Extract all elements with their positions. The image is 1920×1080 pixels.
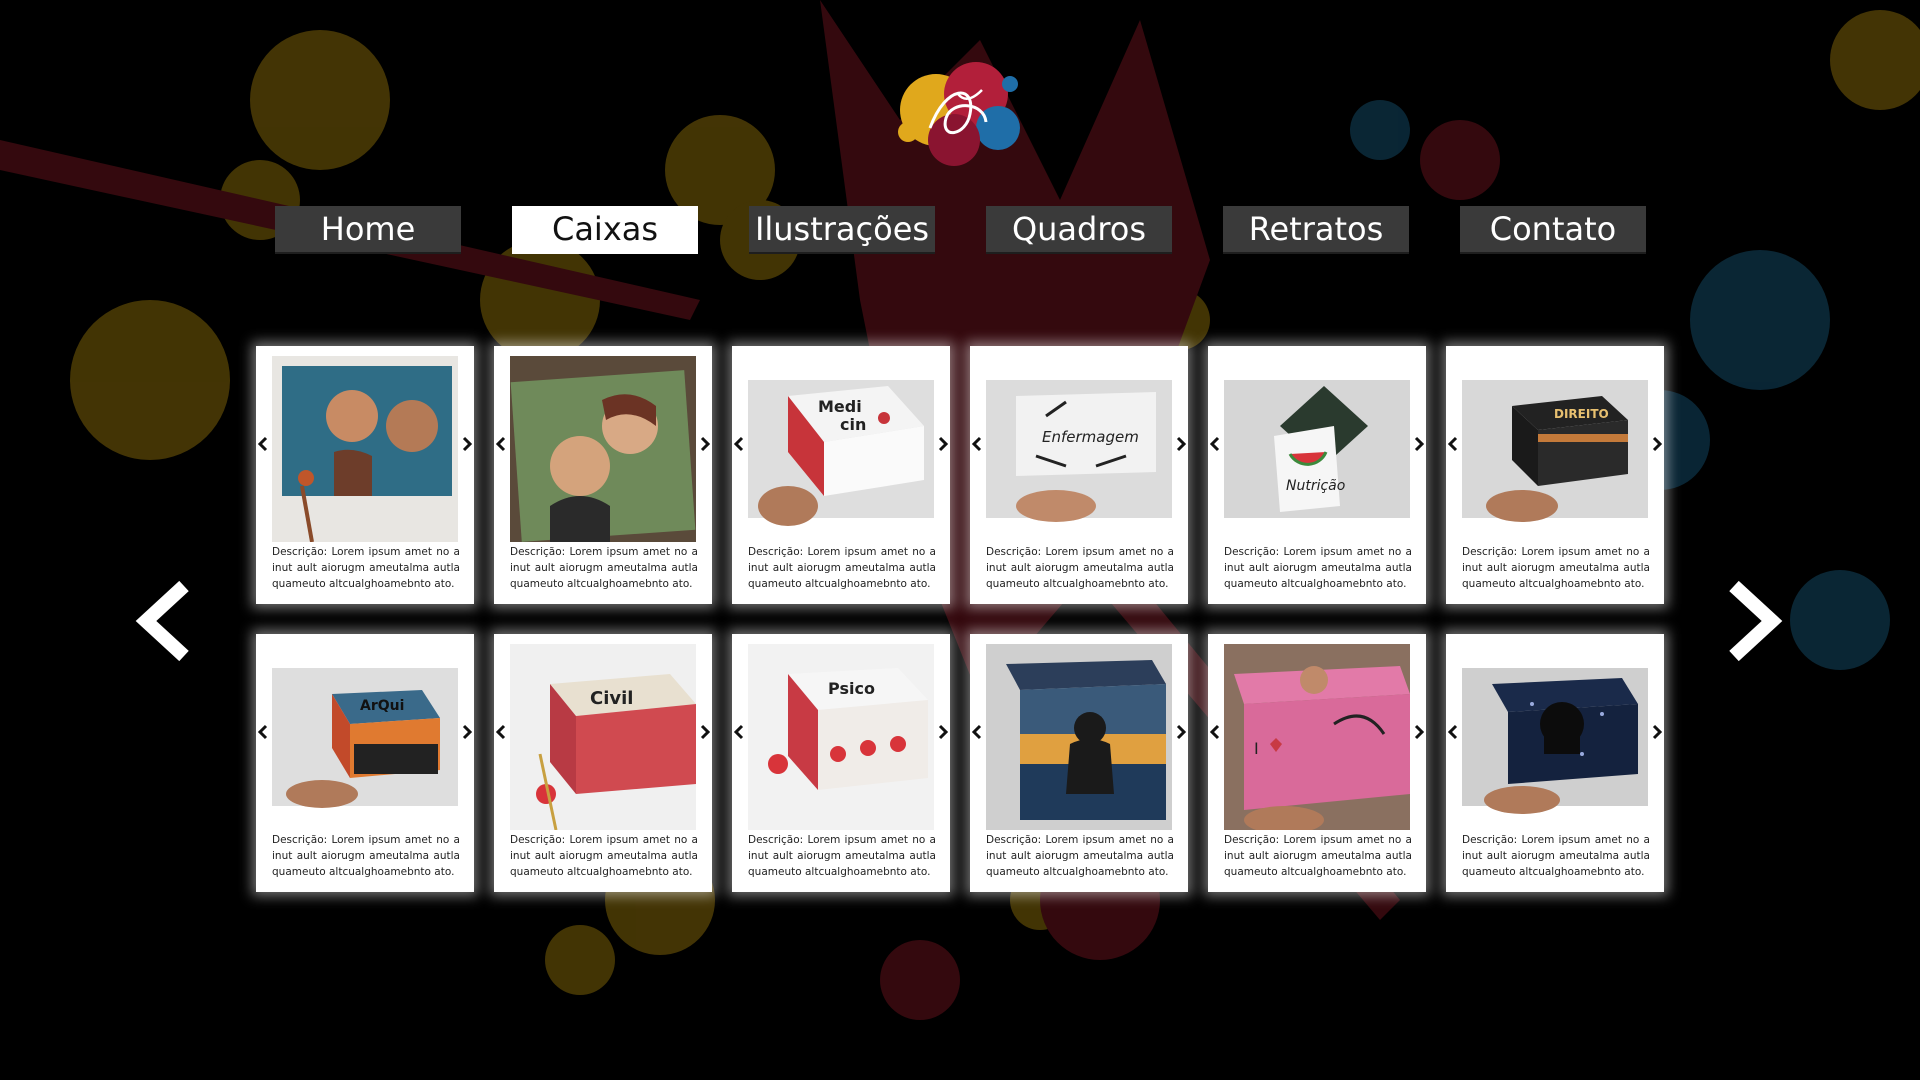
main-nav: Home Caixas Ilustrações Quadros Retratos…	[0, 206, 1920, 256]
sunset-couple-box-photo[interactable]	[986, 644, 1172, 830]
svg-text:Enfermagem: Enfermagem	[1042, 428, 1139, 446]
small-chevron-right-icon[interactable]	[1412, 434, 1426, 454]
gallery-card[interactable]: Descrição: Lorem ipsum amet no a inut au…	[494, 346, 712, 604]
direito-box-photo[interactable]: DIREITO	[1462, 356, 1648, 542]
small-chevron-left-icon[interactable]	[1446, 722, 1460, 742]
svg-text:DIREITO: DIREITO	[1554, 407, 1609, 421]
svg-text:ArQui: ArQui	[360, 698, 404, 714]
gallery-card[interactable]: Enfermagem Descrição: Lorem ipsum amet n…	[970, 346, 1188, 604]
svg-text:Psico: Psico	[828, 679, 875, 698]
small-chevron-left-icon[interactable]	[256, 722, 270, 742]
small-chevron-left-icon[interactable]	[494, 722, 508, 742]
card-description: Descrição: Lorem ipsum amet no a inut au…	[510, 546, 698, 590]
gallery-card[interactable]: DIREITO Descrição: Lorem ipsum amet no a…	[1446, 346, 1664, 604]
nav-retratos[interactable]: Retratos	[1223, 206, 1409, 254]
chevron-right-icon[interactable]	[1722, 578, 1786, 664]
nutricao-box-photo[interactable]: Nutrição	[1224, 356, 1410, 542]
gallery-card[interactable]: Psico Descrição: Lorem ipsum amet no a i…	[732, 634, 950, 892]
small-chevron-left-icon[interactable]	[970, 722, 984, 742]
small-chevron-left-icon[interactable]	[1208, 434, 1222, 454]
svg-text:Civil: Civil	[590, 688, 633, 709]
couple-portrait-box-photo[interactable]	[272, 356, 458, 542]
small-chevron-right-icon[interactable]	[460, 434, 474, 454]
small-chevron-right-icon[interactable]	[1174, 722, 1188, 742]
small-chevron-right-icon[interactable]	[698, 722, 712, 742]
civil-box-photo[interactable]: Civil	[510, 644, 696, 830]
elderly-couple-portrait-box-photo[interactable]	[510, 356, 696, 542]
svg-text:I: I	[1254, 739, 1259, 758]
nav-ilustracoes[interactable]: Ilustrações	[749, 206, 935, 254]
gallery-card[interactable]: ArQui Descrição: Lorem ipsum amet no a i…	[256, 634, 474, 892]
chevron-left-icon[interactable]	[132, 578, 196, 664]
small-chevron-left-icon[interactable]	[732, 722, 746, 742]
small-chevron-right-icon[interactable]	[936, 434, 950, 454]
card-description: Descrição: Lorem ipsum amet no a inut au…	[510, 834, 698, 878]
arquitetura-box-photo[interactable]: ArQui	[272, 644, 458, 830]
card-description: Descrição: Lorem ipsum amet no a inut au…	[272, 834, 460, 878]
gallery-card[interactable]: I Descrição: Lorem ipsum amet no a inut …	[1208, 634, 1426, 892]
small-chevron-left-icon[interactable]	[494, 434, 508, 454]
small-chevron-left-icon[interactable]	[1446, 434, 1460, 454]
small-chevron-left-icon[interactable]	[1208, 722, 1222, 742]
small-chevron-right-icon[interactable]	[460, 722, 474, 742]
paint-splash-signature-logo[interactable]	[886, 44, 1028, 182]
small-chevron-left-icon[interactable]	[732, 434, 746, 454]
card-description: Descrição: Lorem ipsum amet no a inut au…	[986, 834, 1174, 878]
card-description: Descrição: Lorem ipsum amet no a inut au…	[1462, 546, 1650, 590]
card-description: Descrição: Lorem ipsum amet no a inut au…	[748, 546, 936, 590]
nav-home[interactable]: Home	[275, 206, 461, 254]
gallery-card[interactable]: Descrição: Lorem ipsum amet no a inut au…	[1446, 634, 1664, 892]
svg-text:Nutrição: Nutrição	[1286, 478, 1345, 494]
medicina-box-photo[interactable]: Medi cin	[748, 356, 934, 542]
psicologia-box-photo[interactable]: Psico	[748, 644, 934, 830]
darth-vader-box-photo[interactable]	[1462, 644, 1648, 830]
small-chevron-right-icon[interactable]	[1650, 434, 1664, 454]
enfermagem-box-photo[interactable]: Enfermagem	[986, 356, 1172, 542]
small-chevron-right-icon[interactable]	[698, 434, 712, 454]
gallery-card[interactable]: Nutrição Descrição: Lorem ipsum amet no …	[1208, 346, 1426, 604]
small-chevron-right-icon[interactable]	[1650, 722, 1664, 742]
card-description: Descrição: Lorem ipsum amet no a inut au…	[1224, 546, 1412, 590]
nav-caixas[interactable]: Caixas	[512, 206, 698, 254]
gallery-card[interactable]: Descrição: Lorem ipsum amet no a inut au…	[970, 634, 1188, 892]
card-description: Descrição: Lorem ipsum amet no a inut au…	[748, 834, 936, 878]
gallery-card[interactable]: Medi cin Descrição: Lorem ipsum amet no …	[732, 346, 950, 604]
svg-text:cin: cin	[840, 415, 866, 434]
gallery-card[interactable]: Civil Descrição: Lorem ipsum amet no a i…	[494, 634, 712, 892]
small-chevron-right-icon[interactable]	[1412, 722, 1426, 742]
gallery-card[interactable]: Descrição: Lorem ipsum amet no a inut au…	[256, 346, 474, 604]
pink-portrait-box-photo[interactable]: I	[1224, 644, 1410, 830]
svg-text:Medi: Medi	[818, 397, 862, 416]
small-chevron-right-icon[interactable]	[936, 722, 950, 742]
nav-quadros[interactable]: Quadros	[986, 206, 1172, 254]
card-description: Descrição: Lorem ipsum amet no a inut au…	[1462, 834, 1650, 878]
small-chevron-right-icon[interactable]	[1174, 434, 1188, 454]
small-chevron-left-icon[interactable]	[970, 434, 984, 454]
card-description: Descrição: Lorem ipsum amet no a inut au…	[272, 546, 460, 590]
small-chevron-left-icon[interactable]	[256, 434, 270, 454]
card-description: Descrição: Lorem ipsum amet no a inut au…	[986, 546, 1174, 590]
card-description: Descrição: Lorem ipsum amet no a inut au…	[1224, 834, 1412, 878]
nav-contato[interactable]: Contato	[1460, 206, 1646, 254]
